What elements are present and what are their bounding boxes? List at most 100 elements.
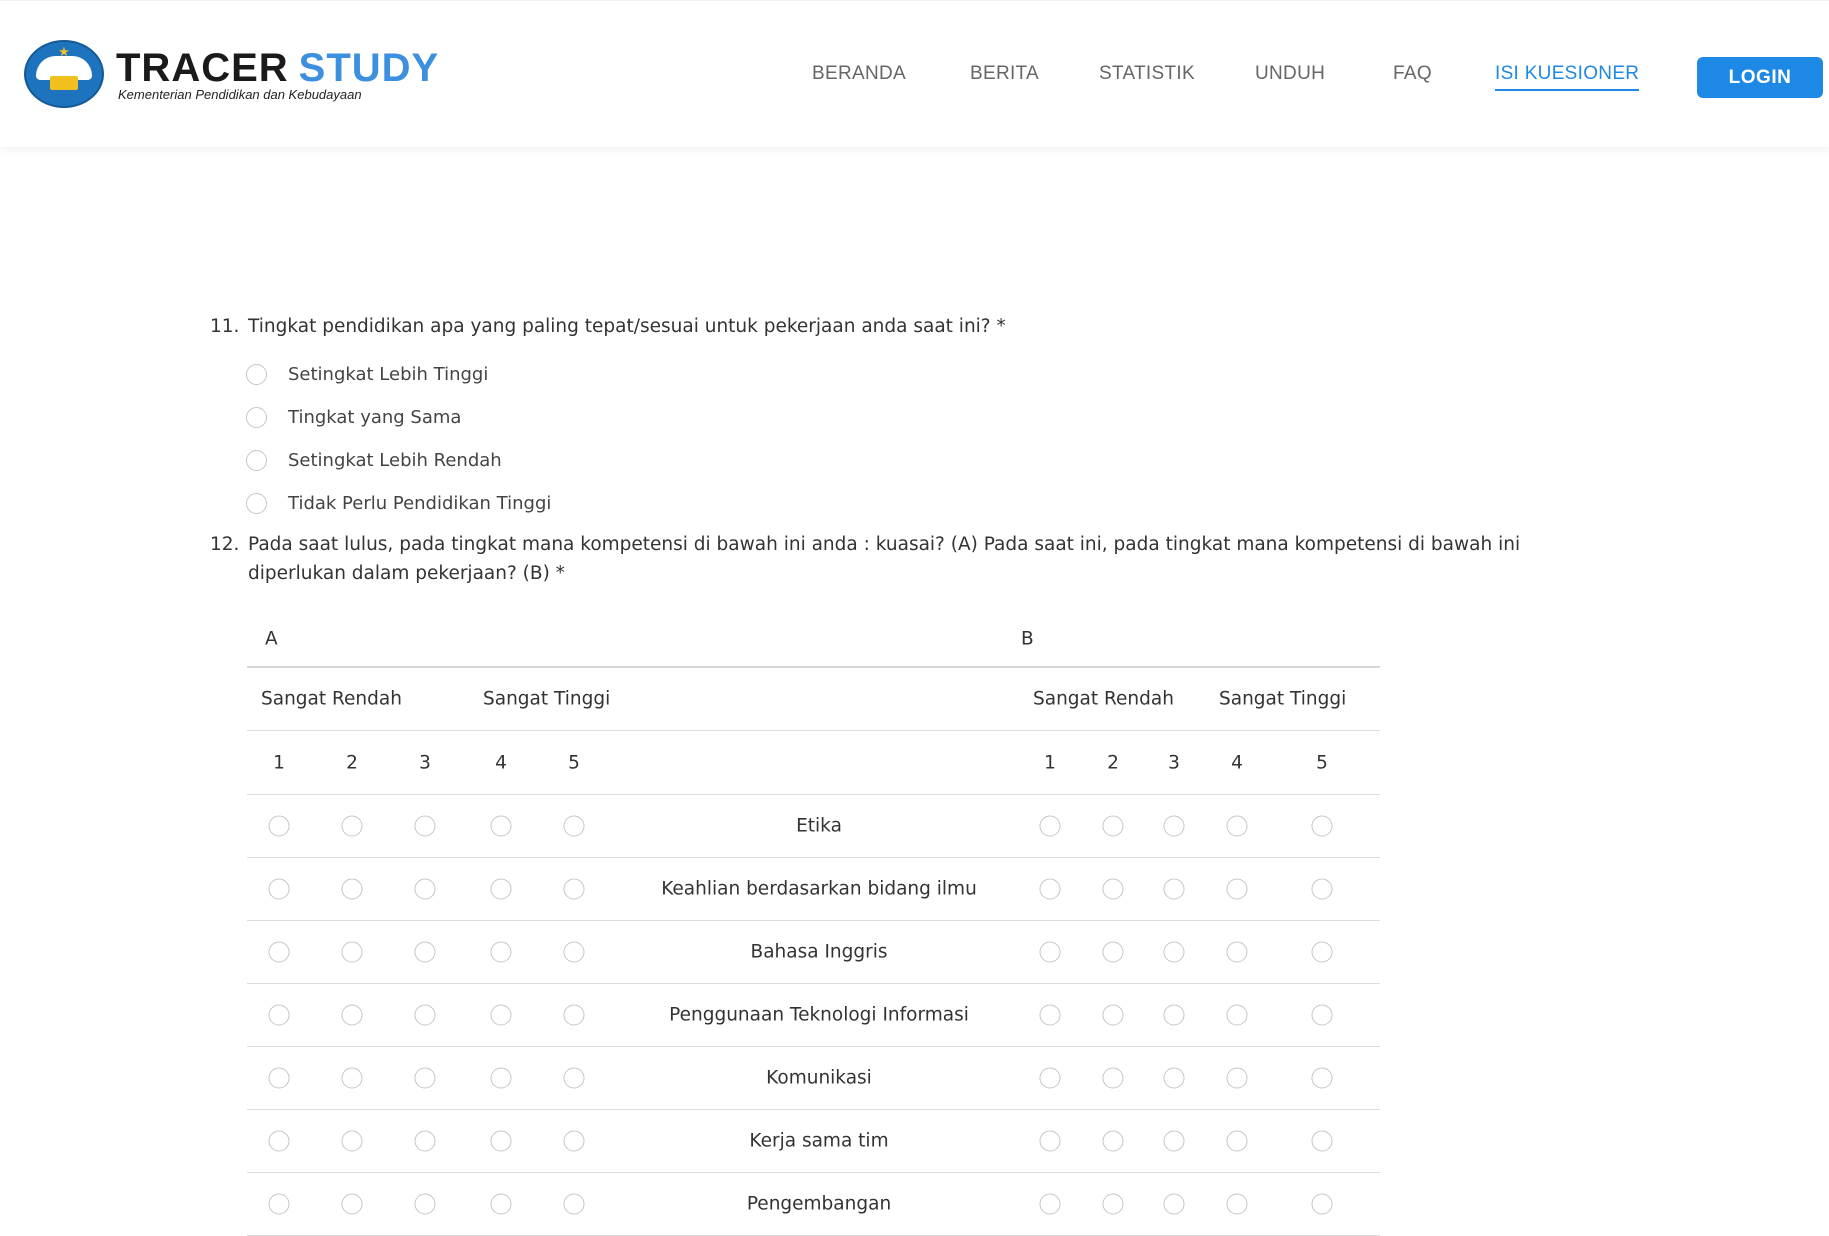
row-2-a-radio-1[interactable] (268, 941, 290, 963)
q11-option-1-label[interactable]: Tingkat yang Sama (288, 407, 461, 428)
row-2-b-radio-2[interactable] (1102, 941, 1124, 963)
row-5-b-radio-2[interactable] (1102, 1130, 1124, 1152)
row-5-a-radio-5[interactable] (563, 1130, 585, 1152)
row-1-a-radio-4[interactable] (490, 878, 512, 900)
row-4-b-radio-3[interactable] (1163, 1067, 1185, 1089)
row-1-a-radio-1[interactable] (268, 878, 290, 900)
row-0-b-radio-1[interactable] (1039, 815, 1061, 837)
row-1-a-radio-2[interactable] (341, 878, 363, 900)
q11-option-0-radio[interactable] (246, 364, 267, 385)
a-scale-high-label: Sangat Tinggi (483, 688, 611, 710)
group-b-label: B (1021, 628, 1034, 650)
row-2-b-radio-1[interactable] (1039, 941, 1061, 963)
q11-option-3-radio[interactable] (246, 493, 267, 514)
row-4-a-radio-5[interactable] (563, 1067, 585, 1089)
nav-faq[interactable]: FAQ (1393, 63, 1432, 85)
matrix-scale-numbers: 1 1 2 2 3 3 4 4 5 5 (247, 731, 1380, 795)
row-3-b-radio-2[interactable] (1102, 1004, 1124, 1026)
row-0-b-radio-2[interactable] (1102, 815, 1124, 837)
brand-title-tracer: TRACER (116, 45, 289, 90)
row-2-b-radio-3[interactable] (1163, 941, 1185, 963)
row-2-a-radio-3[interactable] (414, 941, 436, 963)
row-1-b-radio-2[interactable] (1102, 878, 1124, 900)
row-1-b-radio-5[interactable] (1311, 878, 1333, 900)
row-0-b-radio-3[interactable] (1163, 815, 1185, 837)
nav-unduh[interactable]: UNDUH (1255, 63, 1325, 85)
row-6-a-radio-3[interactable] (414, 1193, 436, 1215)
row-2-a-radio-2[interactable] (341, 941, 363, 963)
row-5-b-radio-3[interactable] (1163, 1130, 1185, 1152)
row-3-b-radio-3[interactable] (1163, 1004, 1185, 1026)
row-2-b-radio-5[interactable] (1311, 941, 1333, 963)
q11-option-1-radio[interactable] (246, 407, 267, 428)
row-3-a-radio-4[interactable] (490, 1004, 512, 1026)
q11-option-0[interactable]: Setingkat Lebih Tinggi (246, 353, 551, 396)
row-4-b-radio-1[interactable] (1039, 1067, 1061, 1089)
row-3-a-radio-1[interactable] (268, 1004, 290, 1026)
question-11-number: 11. (210, 316, 240, 337)
row-3-a-radio-3[interactable] (414, 1004, 436, 1026)
q11-option-3-label[interactable]: Tidak Perlu Pendidikan Tinggi (288, 493, 551, 514)
q11-option-2-radio[interactable] (246, 450, 267, 471)
row-1-a-radio-3[interactable] (414, 878, 436, 900)
row-3-b-radio-1[interactable] (1039, 1004, 1061, 1026)
login-button[interactable]: LOGIN (1697, 57, 1823, 98)
row-4-b-radio-5[interactable] (1311, 1067, 1333, 1089)
row-6-b-radio-1[interactable] (1039, 1193, 1061, 1215)
row-5-b-radio-4[interactable] (1226, 1130, 1248, 1152)
row-5-a-radio-4[interactable] (490, 1130, 512, 1152)
nav-isi-kuesioner[interactable]: ISI KUESIONER (1495, 63, 1640, 91)
row-3-a-radio-5[interactable] (563, 1004, 585, 1026)
row-6-b-radio-4[interactable] (1226, 1193, 1248, 1215)
row-4-a-radio-2[interactable] (341, 1067, 363, 1089)
row-6-a-radio-2[interactable] (341, 1193, 363, 1215)
q11-option-3[interactable]: Tidak Perlu Pendidikan Tinggi (246, 482, 551, 525)
row-5-b-radio-1[interactable] (1039, 1130, 1061, 1152)
brand-title-study: STUDY (298, 45, 440, 90)
row-4-a-radio-1[interactable] (268, 1067, 290, 1089)
row-3-b-radio-4[interactable] (1226, 1004, 1248, 1026)
row-1-b-radio-3[interactable] (1163, 878, 1185, 900)
row-6-b-radio-5[interactable] (1311, 1193, 1333, 1215)
row-2-a-radio-5[interactable] (563, 941, 585, 963)
row-5-a-radio-3[interactable] (414, 1130, 436, 1152)
row-1-b-radio-1[interactable] (1039, 878, 1061, 900)
row-3-b-radio-5[interactable] (1311, 1004, 1333, 1026)
nav-statistik[interactable]: STATISTIK (1099, 63, 1195, 85)
row-5-b-radio-5[interactable] (1311, 1130, 1333, 1152)
row-6-a-radio-5[interactable] (563, 1193, 585, 1215)
row-6-a-radio-4[interactable] (490, 1193, 512, 1215)
row-4-b-radio-4[interactable] (1226, 1067, 1248, 1089)
row-0-a-radio-4[interactable] (490, 815, 512, 837)
q11-option-2-label[interactable]: Setingkat Lebih Rendah (288, 450, 502, 471)
site-logo[interactable]: ★ TRACER STUDY Kementerian Pendidikan dan… (24, 40, 439, 108)
row-6-b-radio-3[interactable] (1163, 1193, 1185, 1215)
row-2-a-radio-4[interactable] (490, 941, 512, 963)
scale-a-number-2: 2 (346, 752, 358, 773)
row-0-b-radio-4[interactable] (1226, 815, 1248, 837)
row-6-b-radio-2[interactable] (1102, 1193, 1124, 1215)
row-0-a-radio-1[interactable] (268, 815, 290, 837)
row-3-a-radio-2[interactable] (341, 1004, 363, 1026)
row-5-a-radio-1[interactable] (268, 1130, 290, 1152)
row-1-a-radio-5[interactable] (563, 878, 585, 900)
row-0-a-radio-3[interactable] (414, 815, 436, 837)
row-4-a-radio-4[interactable] (490, 1067, 512, 1089)
brand-text: TRACER STUDY Kementerian Pendidikan dan K… (116, 47, 439, 102)
q11-option-2[interactable]: Setingkat Lebih Rendah (246, 439, 551, 482)
row-1-b-radio-4[interactable] (1226, 878, 1248, 900)
row-2-b-radio-4[interactable] (1226, 941, 1248, 963)
row-6-a-radio-1[interactable] (268, 1193, 290, 1215)
q11-option-0-label[interactable]: Setingkat Lebih Tinggi (288, 364, 488, 385)
row-4-b-radio-2[interactable] (1102, 1067, 1124, 1089)
row-0-a-radio-2[interactable] (341, 815, 363, 837)
row-4-a-radio-3[interactable] (414, 1067, 436, 1089)
scale-b-number-4: 4 (1231, 752, 1243, 773)
nav-berita[interactable]: BERITA (970, 63, 1039, 85)
scale-b-number-5: 5 (1316, 752, 1328, 773)
row-0-b-radio-5[interactable] (1311, 815, 1333, 837)
q11-option-1[interactable]: Tingkat yang Sama (246, 396, 551, 439)
row-0-a-radio-5[interactable] (563, 815, 585, 837)
row-5-a-radio-2[interactable] (341, 1130, 363, 1152)
nav-beranda[interactable]: BERANDA (812, 63, 906, 85)
